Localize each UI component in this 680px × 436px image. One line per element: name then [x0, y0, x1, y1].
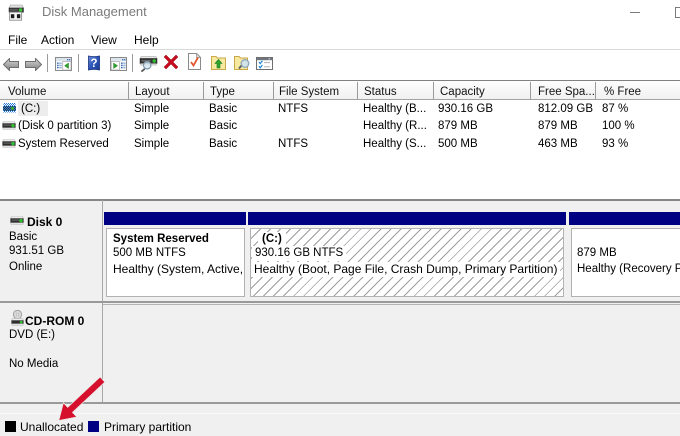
svg-text:?: ?	[90, 58, 97, 70]
